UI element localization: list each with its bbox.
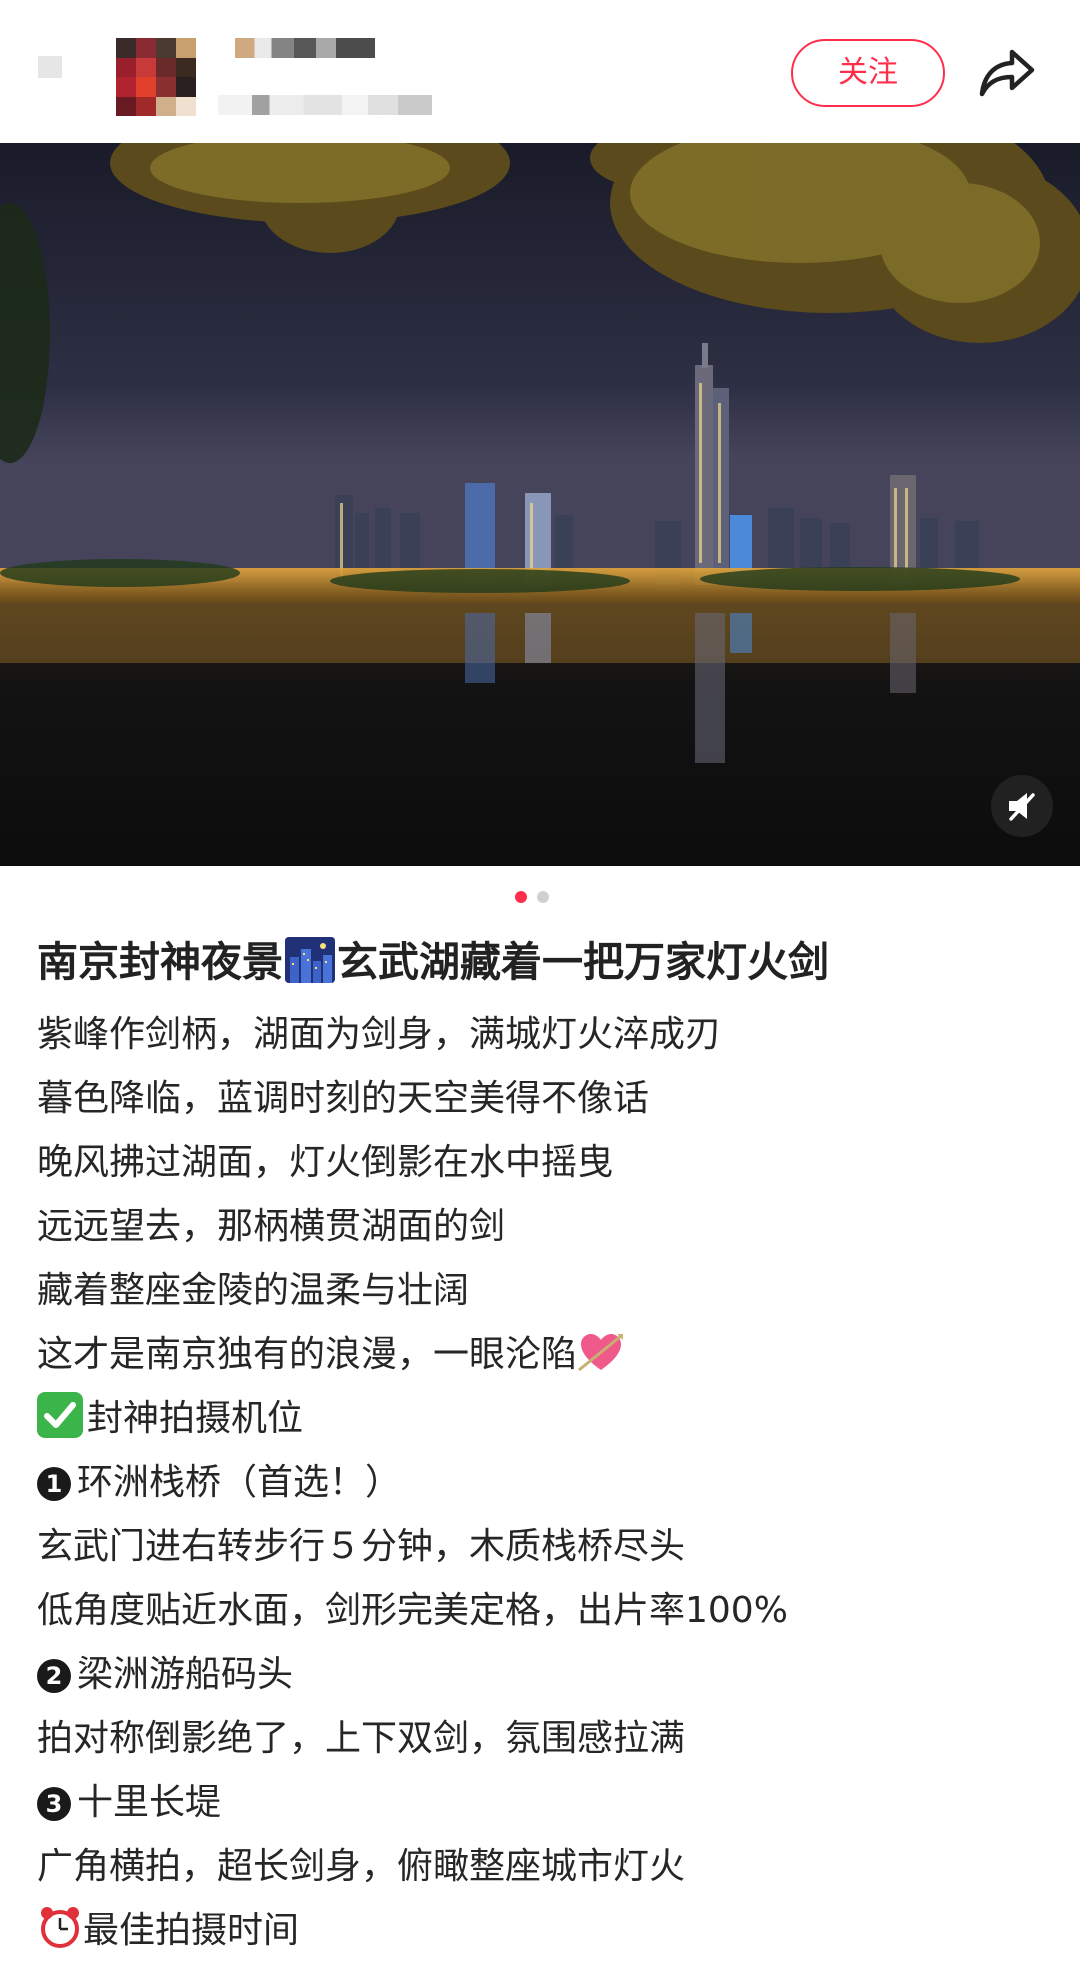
- spot-number-badge: 1: [37, 1467, 71, 1501]
- post-title-part1: 南京封神夜景: [37, 938, 283, 986]
- author-name[interactable]: [235, 38, 375, 58]
- post-line-4: 远远望去，那柄横贯湖面的剑: [37, 1206, 506, 1247]
- section-title-row: 封神拍摄机位: [37, 1389, 1057, 1449]
- spot-1-desc-1: 玄武门进右转步行５分钟，木质栈桥尽头: [37, 1526, 686, 1567]
- night-city-emoji: [285, 937, 335, 983]
- carousel-dot-2[interactable]: [537, 891, 549, 903]
- spot-2-name: 梁洲游船码头: [77, 1654, 294, 1695]
- spot-2-desc-1: 拍对称倒影绝了，上下双剑，氛围感拉满: [37, 1718, 686, 1759]
- nanjing-night-skyline-image: [0, 143, 1080, 866]
- back-icon[interactable]: [38, 56, 62, 78]
- alarm-clock-emoji: [41, 1907, 79, 1948]
- time-title-row: 最佳拍摄时间: [37, 1901, 1057, 1961]
- spot-1-desc-2: 低角度贴近水面，剑形完美定格，出片率100%: [37, 1590, 788, 1631]
- post-line-1: 紫峰作剑柄，湖面为剑身，满城灯火淬成刃: [37, 1014, 722, 1055]
- spot-3-name: 十里长堤: [77, 1782, 222, 1823]
- heart-with-arrow-emoji: [578, 1334, 624, 1372]
- follow-button[interactable]: 关注: [791, 39, 945, 107]
- section-title: 封神拍摄机位: [87, 1398, 304, 1439]
- author-meta: [218, 95, 432, 115]
- post-line-6: 这才是南京独有的浪漫，一眼沦陷: [37, 1334, 578, 1375]
- post-photo[interactable]: [0, 143, 1080, 866]
- carousel-dot-1[interactable]: [515, 891, 527, 903]
- post-header: 关注: [0, 0, 1080, 143]
- mute-button[interactable]: [991, 775, 1053, 837]
- sound-muted-icon: [1009, 793, 1035, 821]
- spot-1-title: 1 环洲栈桥（首选！）: [37, 1453, 1057, 1513]
- spot-2-title: 2 梁洲游船码头: [37, 1645, 1057, 1705]
- spot-number-badge: 2: [37, 1659, 71, 1693]
- check-mark-emoji: [37, 1392, 83, 1438]
- post-line-2: 暮色降临，蓝调时刻的天空美得不像话: [37, 1078, 650, 1119]
- post-line-6-wrap: 这才是南京独有的浪漫，一眼沦陷: [37, 1325, 1057, 1385]
- spot-number-badge: 3: [37, 1787, 71, 1821]
- spot-1-name: 环洲栈桥（首选！）: [77, 1462, 402, 1503]
- author-avatar[interactable]: [116, 38, 196, 116]
- share-arrow-icon[interactable]: [978, 46, 1036, 98]
- post-line-3: 晚风拂过湖面，灯火倒影在水中摇曳: [37, 1142, 614, 1183]
- post-title: 南京封神夜景 玄武湖藏着一把万家灯火剑: [37, 932, 1057, 992]
- spot-3-desc-1: 广角横拍，超长剑身，俯瞰整座城市灯火: [37, 1846, 686, 1887]
- post-line-5: 藏着整座金陵的温柔与壮阔: [37, 1270, 470, 1311]
- spot-3-title: 3 十里长堤: [37, 1773, 1057, 1833]
- time-title: 最佳拍摄时间: [83, 1910, 300, 1951]
- post-title-part2: 玄武湖藏着一把万家灯火剑: [337, 938, 829, 986]
